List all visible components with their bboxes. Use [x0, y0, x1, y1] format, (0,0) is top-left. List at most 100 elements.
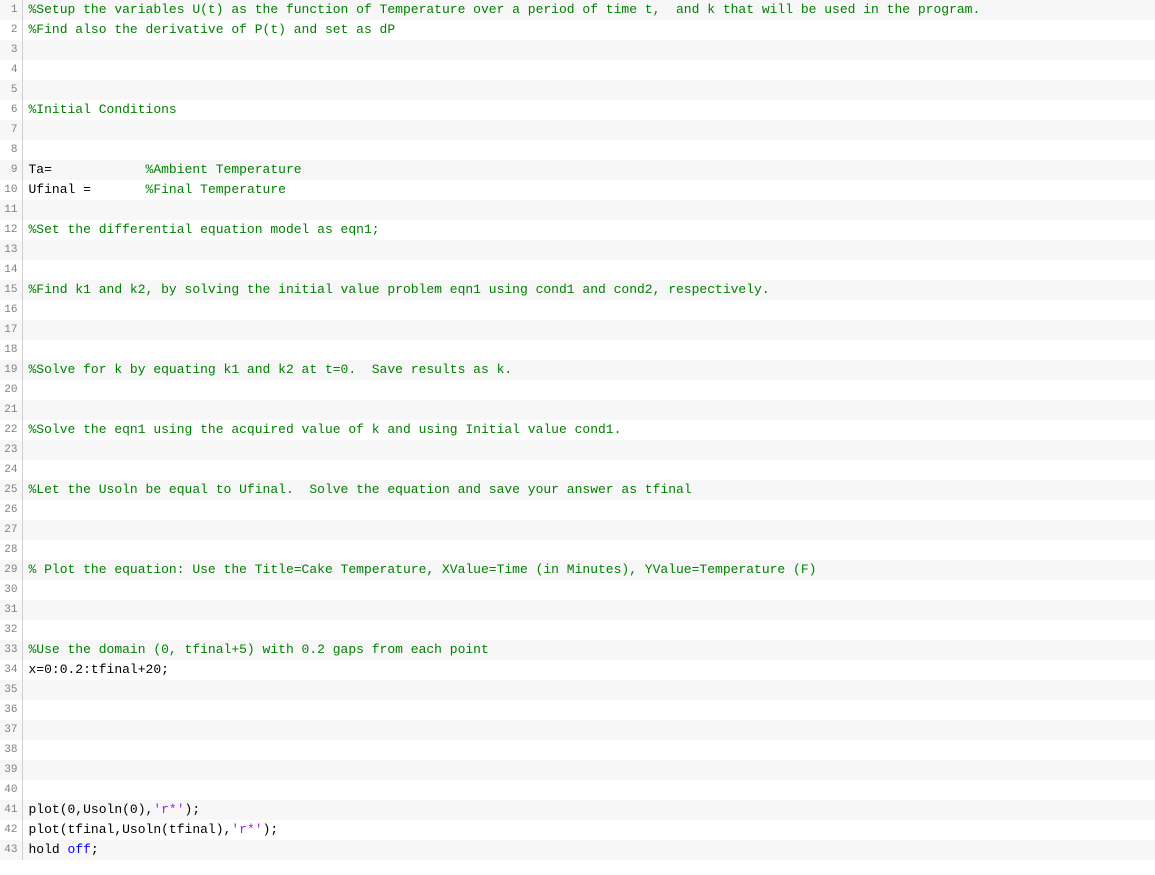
code-token-string: 'r*' — [153, 802, 184, 817]
code-line[interactable]: 31 — [0, 600, 1155, 620]
code-content[interactable] — [22, 400, 1155, 420]
code-token-ident: Ufinal = — [29, 182, 146, 197]
code-line[interactable]: 42plot(tfinal,Usoln(tfinal),'r*'); — [0, 820, 1155, 840]
code-line[interactable]: 1%Setup the variables U(t) as the functi… — [0, 0, 1155, 20]
code-content[interactable]: plot(0,Usoln(0),'r*'); — [22, 800, 1155, 820]
code-content[interactable]: plot(tfinal,Usoln(tfinal),'r*'); — [22, 820, 1155, 840]
code-content[interactable] — [22, 540, 1155, 560]
code-line[interactable]: 22%Solve the eqn1 using the acquired val… — [0, 420, 1155, 440]
code-content[interactable]: %Use the domain (0, tfinal+5) with 0.2 g… — [22, 640, 1155, 660]
code-content[interactable] — [22, 200, 1155, 220]
code-editor[interactable]: 1%Setup the variables U(t) as the functi… — [0, 0, 1155, 860]
line-number: 5 — [0, 80, 22, 100]
code-line[interactable]: 20 — [0, 380, 1155, 400]
code-content[interactable] — [22, 780, 1155, 800]
code-line[interactable]: 8 — [0, 140, 1155, 160]
code-line[interactable]: 3 — [0, 40, 1155, 60]
code-content[interactable] — [22, 500, 1155, 520]
code-line[interactable]: 7 — [0, 120, 1155, 140]
line-number: 20 — [0, 380, 22, 400]
code-content[interactable]: %Set the differential equation model as … — [22, 220, 1155, 240]
code-content[interactable] — [22, 740, 1155, 760]
code-content[interactable] — [22, 40, 1155, 60]
code-line[interactable]: 29% Plot the equation: Use the Title=Cak… — [0, 560, 1155, 580]
code-line[interactable]: 38 — [0, 740, 1155, 760]
code-content[interactable] — [22, 620, 1155, 640]
code-line[interactable]: 17 — [0, 320, 1155, 340]
code-line[interactable]: 24 — [0, 460, 1155, 480]
code-line[interactable]: 41plot(0,Usoln(0),'r*'); — [0, 800, 1155, 820]
code-content[interactable] — [22, 240, 1155, 260]
code-line[interactable]: 2%Find also the derivative of P(t) and s… — [0, 20, 1155, 40]
code-line[interactable]: 27 — [0, 520, 1155, 540]
code-line[interactable]: 15%Find k1 and k2, by solving the initia… — [0, 280, 1155, 300]
code-content[interactable] — [22, 720, 1155, 740]
code-content[interactable] — [22, 340, 1155, 360]
code-line[interactable]: 23 — [0, 440, 1155, 460]
code-content[interactable] — [22, 140, 1155, 160]
line-number: 12 — [0, 220, 22, 240]
line-number: 27 — [0, 520, 22, 540]
code-line[interactable]: 12%Set the differential equation model a… — [0, 220, 1155, 240]
code-line[interactable]: 18 — [0, 340, 1155, 360]
code-content[interactable]: %Initial Conditions — [22, 100, 1155, 120]
code-content[interactable]: %Find also the derivative of P(t) and se… — [22, 20, 1155, 40]
code-line[interactable]: 28 — [0, 540, 1155, 560]
code-token-comment: %Find k1 and k2, by solving the initial … — [29, 282, 770, 297]
line-number: 40 — [0, 780, 22, 800]
code-content[interactable]: %Solve for k by equating k1 and k2 at t=… — [22, 360, 1155, 380]
code-content[interactable]: %Find k1 and k2, by solving the initial … — [22, 280, 1155, 300]
code-line[interactable]: 14 — [0, 260, 1155, 280]
line-number: 16 — [0, 300, 22, 320]
code-line[interactable]: 34x=0:0.2:tfinal+20; — [0, 660, 1155, 680]
code-line[interactable]: 37 — [0, 720, 1155, 740]
code-line[interactable]: 32 — [0, 620, 1155, 640]
code-content[interactable]: Ta= %Ambient Temperature — [22, 160, 1155, 180]
code-content[interactable]: Ufinal = %Final Temperature — [22, 180, 1155, 200]
code-line[interactable]: 35 — [0, 680, 1155, 700]
code-line[interactable]: 43hold off; — [0, 840, 1155, 860]
code-line[interactable]: 16 — [0, 300, 1155, 320]
code-line[interactable]: 9Ta= %Ambient Temperature — [0, 160, 1155, 180]
code-content[interactable]: x=0:0.2:tfinal+20; — [22, 660, 1155, 680]
code-content[interactable]: % Plot the equation: Use the Title=Cake … — [22, 560, 1155, 580]
code-line[interactable]: 30 — [0, 580, 1155, 600]
code-content[interactable] — [22, 460, 1155, 480]
code-line[interactable]: 26 — [0, 500, 1155, 520]
code-content[interactable] — [22, 440, 1155, 460]
code-line[interactable]: 40 — [0, 780, 1155, 800]
code-content[interactable] — [22, 700, 1155, 720]
code-content[interactable]: %Setup the variables U(t) as the functio… — [22, 0, 1155, 20]
code-line[interactable]: 33%Use the domain (0, tfinal+5) with 0.2… — [0, 640, 1155, 660]
code-line[interactable]: 4 — [0, 60, 1155, 80]
code-content[interactable]: hold off; — [22, 840, 1155, 860]
code-content[interactable] — [22, 260, 1155, 280]
code-content[interactable] — [22, 680, 1155, 700]
code-token-keyword: off — [68, 842, 91, 857]
line-number: 14 — [0, 260, 22, 280]
code-line[interactable]: 13 — [0, 240, 1155, 260]
code-content[interactable] — [22, 120, 1155, 140]
code-line[interactable]: 39 — [0, 760, 1155, 780]
code-content[interactable] — [22, 320, 1155, 340]
code-content[interactable] — [22, 300, 1155, 320]
code-line[interactable]: 25%Let the Usoln be equal to Ufinal. Sol… — [0, 480, 1155, 500]
code-content[interactable] — [22, 520, 1155, 540]
code-line[interactable]: 36 — [0, 700, 1155, 720]
code-line[interactable]: 11 — [0, 200, 1155, 220]
line-number: 22 — [0, 420, 22, 440]
code-line[interactable]: 5 — [0, 80, 1155, 100]
code-content[interactable] — [22, 80, 1155, 100]
code-line[interactable]: 6%Initial Conditions — [0, 100, 1155, 120]
code-content[interactable]: %Solve the eqn1 using the acquired value… — [22, 420, 1155, 440]
line-number: 25 — [0, 480, 22, 500]
code-line[interactable]: 21 — [0, 400, 1155, 420]
code-content[interactable]: %Let the Usoln be equal to Ufinal. Solve… — [22, 480, 1155, 500]
code-line[interactable]: 19%Solve for k by equating k1 and k2 at … — [0, 360, 1155, 380]
code-line[interactable]: 10Ufinal = %Final Temperature — [0, 180, 1155, 200]
code-content[interactable] — [22, 380, 1155, 400]
code-content[interactable] — [22, 580, 1155, 600]
code-content[interactable] — [22, 60, 1155, 80]
code-content[interactable] — [22, 760, 1155, 780]
code-content[interactable] — [22, 600, 1155, 620]
